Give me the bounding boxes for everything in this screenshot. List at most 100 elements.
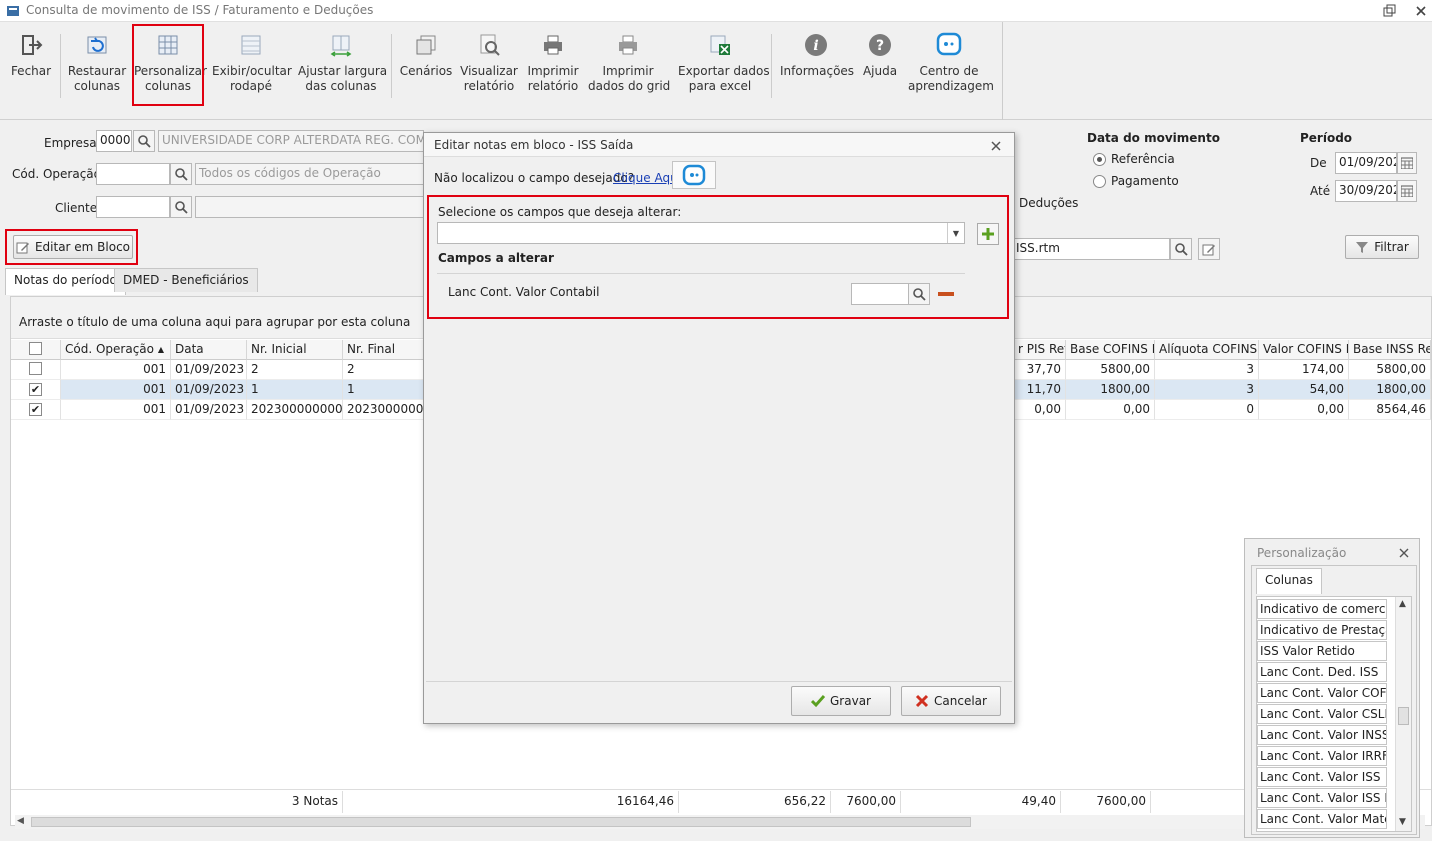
row-checkbox[interactable]: [29, 362, 42, 375]
close-button[interactable]: Fechar: [8, 32, 54, 79]
row-checkbox-checked[interactable]: ✔: [29, 403, 42, 416]
cliente-field[interactable]: [96, 196, 170, 218]
fit-columns-button[interactable]: Ajustar largura das colunas: [298, 32, 387, 94]
list-item[interactable]: Lanc Cont. Valor Materiais: [1257, 809, 1387, 829]
row-checkbox-checked[interactable]: ✔: [29, 383, 42, 396]
cliente-label: Cliente:: [55, 201, 102, 215]
toolbar-separator: [60, 34, 61, 98]
list-item[interactable]: Lanc Cont. Valor CSLL: [1257, 704, 1387, 724]
learning-center-button[interactable]: Centro de aprendizagem: [908, 32, 994, 94]
header-aliquota-cofins[interactable]: Alíquota COFINS R: [1155, 340, 1259, 360]
calendar-icon: [1401, 185, 1413, 197]
cell-nr-inicial: 202300000000139: [247, 400, 343, 420]
print-grid-label-2: dados do grid: [588, 79, 671, 93]
list-item[interactable]: Lanc Cont. Valor COFINS: [1257, 683, 1387, 703]
header-base-cofins[interactable]: Base COFINS Re: [1066, 340, 1155, 360]
cell-aliquota-cofins: 3: [1155, 380, 1259, 400]
click-here-link[interactable]: Clique Aqui: [613, 171, 681, 185]
header-nr-final[interactable]: Nr. Final: [343, 340, 425, 360]
chat-bubble-icon: [682, 164, 706, 186]
scroll-left-icon[interactable]: ◀: [17, 816, 24, 826]
cliente-search-button[interactable]: [170, 196, 192, 218]
calendar-end-button[interactable]: [1397, 180, 1417, 202]
cell-nr-inicial: 2: [247, 360, 343, 380]
radio-pagamento[interactable]: [1093, 175, 1106, 188]
cell-valor-cofins: 0,00: [1259, 400, 1349, 420]
export-excel-button[interactable]: Exportar dados para excel: [678, 32, 770, 94]
help-button[interactable]: ? Ajuda: [860, 32, 900, 79]
toggle-footer-label-1: Exibir/ocultar: [212, 64, 292, 78]
header-pis-retido[interactable]: r PIS Reti: [1014, 340, 1066, 360]
period-start-field[interactable]: 01/09/2023: [1335, 152, 1397, 174]
header-data[interactable]: Data: [171, 340, 247, 360]
report-file-field[interactable]: ISS.rtm: [1012, 238, 1170, 260]
period-ate-label: Até: [1310, 184, 1331, 198]
header-select-all[interactable]: [11, 340, 61, 360]
list-item[interactable]: Lanc Cont. Ded. ISS: [1257, 662, 1387, 682]
list-item[interactable]: Lanc Cont. Valor IRRF: [1257, 746, 1387, 766]
list-item[interactable]: Indicativo de Prestação de serviço: [1257, 620, 1387, 640]
panel-close-icon[interactable]: [1399, 548, 1409, 558]
header-valor-cofins[interactable]: Valor COFINS Re: [1259, 340, 1349, 360]
cancel-button[interactable]: Cancelar: [901, 686, 1001, 716]
exit-icon: [18, 32, 44, 58]
cell-data: 01/09/2023: [171, 400, 247, 420]
svg-text:i: i: [813, 38, 818, 54]
scroll-up-icon[interactable]: ▲: [1399, 599, 1406, 609]
learning-label-1: Centro de: [919, 64, 979, 78]
row-checkbox-cell[interactable]: ✔: [11, 380, 61, 400]
info-button[interactable]: i Informações: [780, 32, 854, 79]
restore-window-icon[interactable]: [1382, 4, 1396, 18]
tab-dmed[interactable]: DMED - Beneficiários: [114, 268, 258, 292]
not-found-text: Não localizou o campo desejado?: [434, 171, 635, 185]
list-item[interactable]: Lanc Cont. Valor INSS Retido: [1257, 725, 1387, 745]
list-item[interactable]: Lanc Cont. Valor ISS: [1257, 767, 1387, 787]
preview-report-button[interactable]: Visualizar relatório: [460, 32, 518, 94]
report-search-button[interactable]: [1170, 238, 1192, 260]
calendar-start-button[interactable]: [1397, 152, 1417, 174]
row-checkbox-cell[interactable]: [11, 360, 61, 380]
header-nr-inicial[interactable]: Nr. Inicial: [247, 340, 343, 360]
print-grid-button[interactable]: Imprimir dados do grid: [588, 32, 671, 94]
scenarios-label: Cenários: [399, 64, 453, 78]
report-edit-button[interactable]: [1198, 238, 1220, 260]
vertical-scrollbar[interactable]: ▲ ▼: [1395, 597, 1411, 831]
cell-aliquota-cofins: 3: [1155, 360, 1259, 380]
tab-notas-periodo[interactable]: Notas do período: [5, 268, 126, 295]
cell-valor-cofins: 174,00: [1259, 360, 1349, 380]
empresa-code-field[interactable]: 00001: [96, 130, 132, 152]
dialog-close-icon[interactable]: [990, 140, 1002, 152]
list-item[interactable]: ISS Valor Retido: [1257, 641, 1387, 661]
filter-button[interactable]: Filtrar: [1345, 235, 1419, 259]
operacao-field[interactable]: [96, 163, 170, 185]
tab-colunas[interactable]: Colunas: [1256, 568, 1322, 594]
save-label: Gravar: [830, 694, 871, 708]
period-end-field[interactable]: 30/09/2023: [1335, 180, 1397, 202]
scrollbar-thumb[interactable]: [31, 817, 971, 827]
footer-divider: [11, 789, 1431, 790]
save-button[interactable]: Gravar: [791, 686, 891, 716]
scenarios-button[interactable]: Cenários: [398, 32, 454, 79]
print-grid-icon: [615, 32, 641, 58]
empresa-search-button[interactable]: [133, 130, 155, 152]
header-cod-operacao[interactable]: Cód. Operação ▲: [61, 340, 171, 360]
restore-columns-button[interactable]: Restaurar colunas: [66, 32, 128, 94]
print-report-button[interactable]: Imprimir relatório: [524, 32, 582, 94]
select-all-checkbox[interactable]: [29, 342, 42, 355]
learning-chat-button[interactable]: [672, 161, 716, 189]
search-icon: [138, 135, 151, 148]
row-checkbox-cell[interactable]: ✔: [11, 400, 61, 420]
list-item[interactable]: Indicativo de comercialização: [1257, 599, 1387, 619]
radio-referencia[interactable]: [1093, 153, 1106, 166]
header-base-inss[interactable]: Base INSS Ret: [1349, 340, 1431, 360]
horizontal-scrollbar[interactable]: ◀: [15, 815, 1425, 829]
scroll-down-icon[interactable]: ▼: [1399, 817, 1406, 827]
cell-pis-retido: 0,00: [1014, 400, 1066, 420]
operacao-search-button[interactable]: [170, 163, 192, 185]
scrollbar-thumb[interactable]: [1398, 707, 1409, 725]
toggle-footer-button[interactable]: Exibir/ocultar rodapé: [212, 32, 292, 94]
list-item[interactable]: Lanc Cont. Valor ISS Retido: [1257, 788, 1387, 808]
close-window-icon[interactable]: [1414, 4, 1428, 18]
cell-base-inss: 1800,00: [1349, 380, 1431, 400]
excel-icon: [707, 32, 733, 58]
